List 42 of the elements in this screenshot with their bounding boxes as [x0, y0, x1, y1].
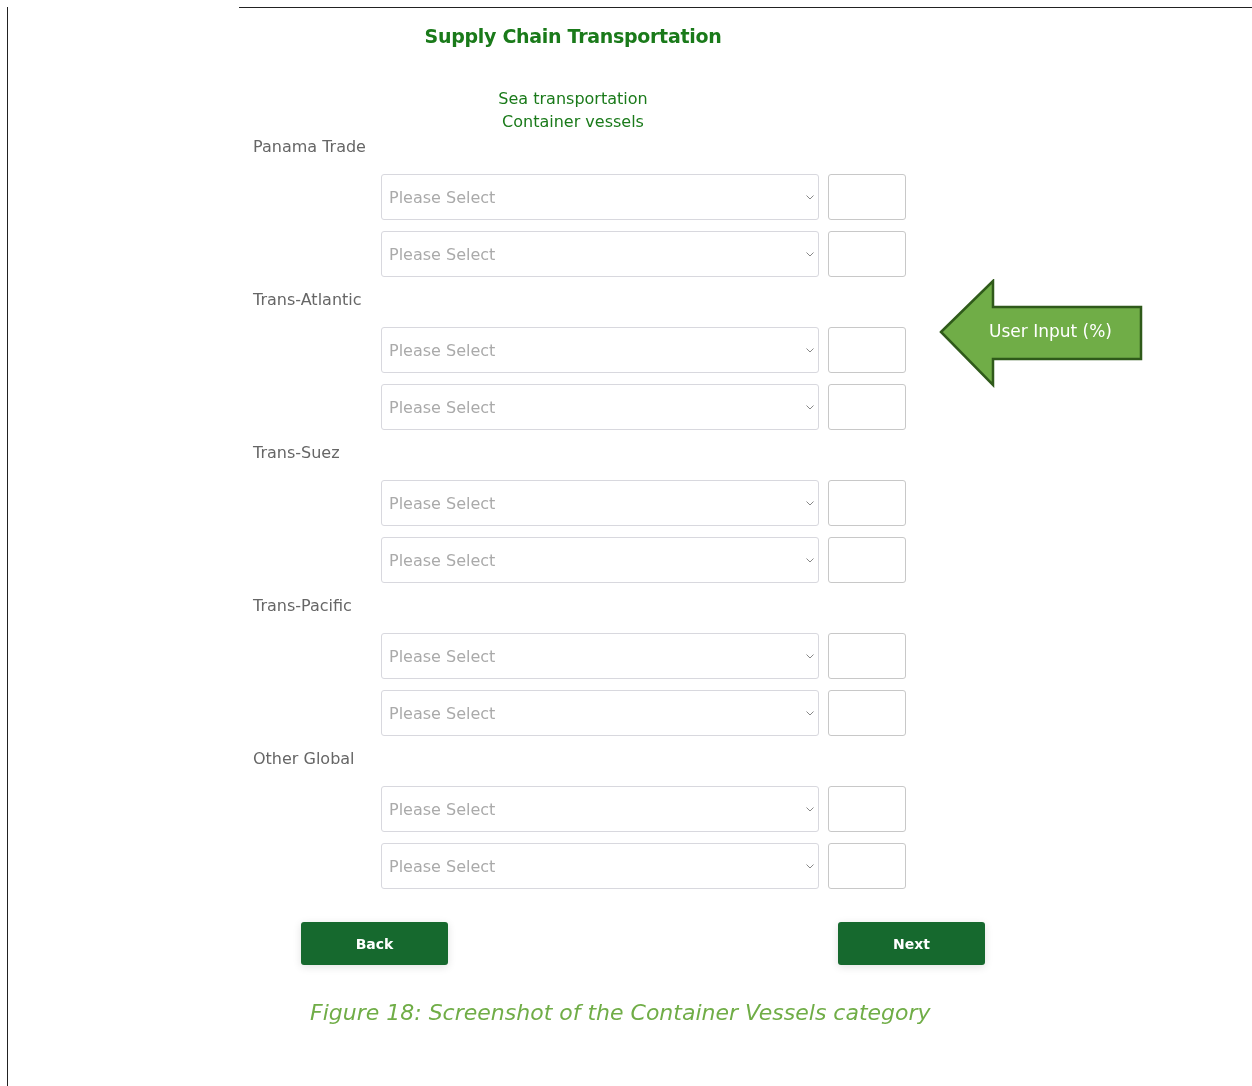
chevron-down-icon: [806, 806, 814, 812]
percent-input[interactable]: [828, 480, 906, 526]
percent-input[interactable]: [828, 384, 906, 430]
chevron-down-icon: [806, 404, 814, 410]
form-subtitle: Sea transportation: [497, 88, 649, 110]
select-field[interactable]: Please Select: [381, 231, 819, 277]
percent-input[interactable]: [828, 843, 906, 889]
chevron-down-icon: [806, 347, 814, 353]
section-label: Trans-Atlantic: [253, 289, 363, 311]
chevron-down-icon: [806, 557, 814, 563]
figure-caption: Figure 18: Screenshot of the Container Vessels category: [310, 1000, 932, 1025]
select-field[interactable]: Please Select: [381, 537, 819, 583]
section-label: Trans-Pacific: [253, 595, 353, 617]
chevron-down-icon: [806, 500, 814, 506]
percent-input[interactable]: [828, 231, 906, 277]
select-field[interactable]: Please Select: [381, 633, 819, 679]
select-field[interactable]: Please Select: [381, 843, 819, 889]
chevron-down-icon: [806, 653, 814, 659]
percent-input[interactable]: [828, 786, 906, 832]
arrow-callout: User Input (%): [939, 279, 1143, 389]
chevron-down-icon: [806, 194, 814, 200]
select-field[interactable]: Please Select: [381, 690, 819, 736]
percent-input[interactable]: [828, 690, 906, 736]
section-label: Trans-Suez: [253, 442, 341, 464]
percent-input[interactable]: [828, 327, 906, 373]
form-subtitle: Container vessels: [501, 111, 645, 133]
chevron-down-icon: [806, 710, 814, 716]
next-button[interactable]: Next: [838, 922, 985, 965]
percent-input[interactable]: [828, 174, 906, 220]
form-title: Supply Chain Transportation: [423, 25, 723, 47]
section-label: Panama Trade: [253, 136, 367, 158]
section-label: Other Global: [253, 748, 356, 770]
select-field[interactable]: Please Select: [381, 174, 819, 220]
percent-input[interactable]: [828, 633, 906, 679]
back-button[interactable]: Back: [301, 922, 448, 965]
select-field[interactable]: Please Select: [381, 384, 819, 430]
chevron-down-icon: [806, 863, 814, 869]
select-field[interactable]: Please Select: [381, 480, 819, 526]
select-field[interactable]: Please Select: [381, 786, 819, 832]
chevron-down-icon: [806, 251, 814, 257]
percent-input[interactable]: [828, 537, 906, 583]
select-field[interactable]: Please Select: [381, 327, 819, 373]
